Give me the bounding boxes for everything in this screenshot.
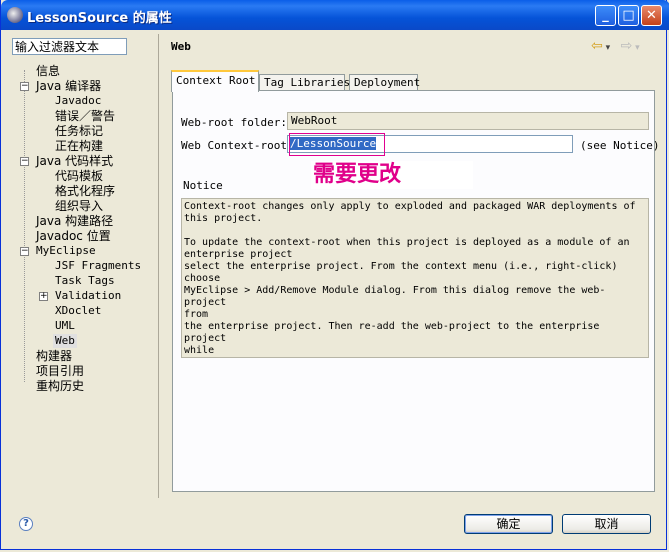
maximize-button[interactable]: □ xyxy=(618,5,639,26)
tree-item-refactoring-history[interactable]: 重构历史 xyxy=(36,379,84,393)
cancel-button[interactable]: 取消 xyxy=(562,514,651,534)
tree-item-formatter[interactable]: 格式化程序 xyxy=(55,184,115,198)
tree-item-builders[interactable]: 构建器 xyxy=(36,349,72,363)
context-root-label: Web Context-root: xyxy=(181,139,294,152)
forward-dropdown-icon[interactable]: ▾ xyxy=(632,43,640,53)
tree-item-task-tags-cn[interactable]: 任务标记 xyxy=(55,124,103,138)
tree-item-project-references[interactable]: 项目引用 xyxy=(36,364,84,378)
tree-item-code-templates[interactable]: 代码模板 xyxy=(55,169,103,183)
title-bar[interactable]: LessonSource 的属性 _ □ ✕ xyxy=(1,0,669,30)
notice-text: Context-root changes only apply to explo… xyxy=(181,198,649,358)
tree-item-building[interactable]: 正在构建 xyxy=(55,139,103,153)
highlight-box xyxy=(289,133,385,156)
tree-item-uml[interactable]: UML xyxy=(55,319,75,333)
tree-item-web[interactable]: Web xyxy=(53,334,77,348)
tree-item-errors-warnings[interactable]: 错误／警告 xyxy=(55,109,115,123)
web-root-field: WebRoot xyxy=(287,112,649,130)
forward-arrow-icon[interactable]: ⇨ xyxy=(621,38,633,54)
collapse-icon[interactable]: − xyxy=(20,82,29,91)
tree-line xyxy=(24,70,26,382)
annotation-text: 需要更改 xyxy=(311,161,474,189)
tree-item-java-code-style[interactable]: Java 代码样式 xyxy=(36,154,113,168)
eclipse-icon xyxy=(7,7,23,23)
splitter[interactable] xyxy=(158,34,159,498)
tab-tag-libraries[interactable]: Tag Libraries xyxy=(259,74,350,91)
tree-item-myeclipse[interactable]: MyEclipse xyxy=(36,244,96,258)
back-arrow-icon[interactable]: ⇦ xyxy=(591,38,603,54)
tab-deployment[interactable]: Deployment xyxy=(349,74,420,91)
notice-label: Notice xyxy=(183,179,223,192)
expand-icon[interactable]: + xyxy=(39,292,48,301)
see-notice-label: (see Notice) xyxy=(580,139,660,152)
tree-item-xdoclet[interactable]: XDoclet xyxy=(55,304,101,318)
tree-item-javadoc-location[interactable]: Javadoc 位置 xyxy=(36,229,111,243)
back-dropdown-icon[interactable]: ▾ xyxy=(603,43,611,53)
web-root-label: Web-root folder: xyxy=(181,116,287,129)
close-button[interactable]: ✕ xyxy=(641,5,662,26)
help-icon[interactable]: ? xyxy=(19,517,33,531)
tree-item-javadoc[interactable]: Javadoc xyxy=(55,94,101,108)
tree-item-organize-imports[interactable]: 组织导入 xyxy=(55,199,103,213)
tree-item-info[interactable]: 信息 xyxy=(36,64,60,78)
collapse-icon[interactable]: − xyxy=(20,157,29,166)
tab-context-root[interactable]: Context Root xyxy=(171,70,259,92)
collapse-icon[interactable]: − xyxy=(20,247,29,256)
history-navigation: ⇦ ▾ ⇨ ▾ xyxy=(591,38,640,54)
tree-item-validation[interactable]: Validation xyxy=(55,289,121,303)
page-title: Web xyxy=(171,40,191,53)
filter-input[interactable] xyxy=(12,38,127,55)
tree-item-jsf-fragments[interactable]: JSF Fragments xyxy=(55,259,141,273)
window-title: LessonSource 的属性 xyxy=(27,11,172,26)
properties-dialog: LessonSource 的属性 _ □ ✕ 信息 − Java 编译器 Jav… xyxy=(0,0,669,550)
ok-button[interactable]: 确定 xyxy=(464,514,553,534)
tree-item-java-compiler[interactable]: Java 编译器 xyxy=(36,79,101,93)
minimize-button[interactable]: _ xyxy=(595,5,616,26)
tree-item-java-build-path[interactable]: Java 构建路径 xyxy=(36,214,113,228)
tree-item-task-tags[interactable]: Task Tags xyxy=(55,274,115,288)
